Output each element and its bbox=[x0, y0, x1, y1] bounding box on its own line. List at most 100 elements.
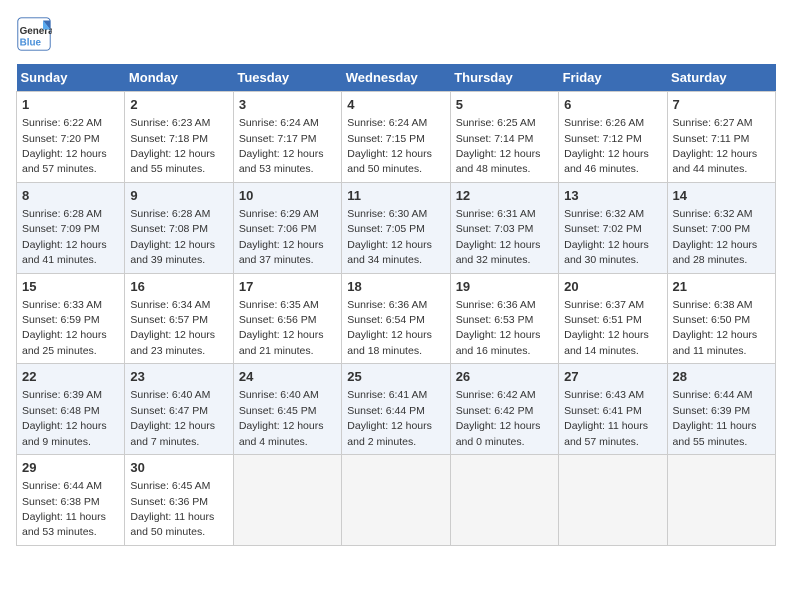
day-number: 25 bbox=[347, 368, 444, 386]
sunrise-info: Sunrise: 6:29 AM bbox=[239, 208, 319, 220]
daylight-info: Daylight: 12 hours and 28 minutes. bbox=[673, 239, 758, 266]
sunrise-info: Sunrise: 6:38 AM bbox=[673, 299, 753, 311]
table-row bbox=[342, 455, 450, 546]
day-number: 5 bbox=[456, 96, 553, 114]
daylight-info: Daylight: 12 hours and 50 minutes. bbox=[347, 148, 432, 175]
sunset-info: Sunset: 6:53 PM bbox=[456, 314, 534, 326]
sunset-info: Sunset: 6:47 PM bbox=[130, 405, 208, 417]
sunrise-info: Sunrise: 6:42 AM bbox=[456, 389, 536, 401]
sunrise-info: Sunrise: 6:23 AM bbox=[130, 117, 210, 129]
col-thursday: Thursday bbox=[450, 64, 558, 92]
sunset-info: Sunset: 7:00 PM bbox=[673, 223, 751, 235]
table-row bbox=[450, 455, 558, 546]
table-row: 24Sunrise: 6:40 AMSunset: 6:45 PMDayligh… bbox=[233, 364, 341, 455]
table-row: 30Sunrise: 6:45 AMSunset: 6:36 PMDayligh… bbox=[125, 455, 233, 546]
col-wednesday: Wednesday bbox=[342, 64, 450, 92]
day-number: 28 bbox=[673, 368, 770, 386]
svg-text:Blue: Blue bbox=[20, 38, 42, 49]
day-number: 13 bbox=[564, 187, 661, 205]
daylight-info: Daylight: 12 hours and 21 minutes. bbox=[239, 329, 324, 356]
day-number: 27 bbox=[564, 368, 661, 386]
sunset-info: Sunset: 7:12 PM bbox=[564, 133, 642, 145]
daylight-info: Daylight: 12 hours and 55 minutes. bbox=[130, 148, 215, 175]
table-row: 20Sunrise: 6:37 AMSunset: 6:51 PMDayligh… bbox=[559, 273, 667, 364]
table-row: 11Sunrise: 6:30 AMSunset: 7:05 PMDayligh… bbox=[342, 182, 450, 273]
sunset-info: Sunset: 6:36 PM bbox=[130, 496, 208, 508]
sunset-info: Sunset: 6:50 PM bbox=[673, 314, 751, 326]
table-row: 7Sunrise: 6:27 AMSunset: 7:11 PMDaylight… bbox=[667, 92, 775, 183]
table-row: 28Sunrise: 6:44 AMSunset: 6:39 PMDayligh… bbox=[667, 364, 775, 455]
daylight-info: Daylight: 12 hours and 14 minutes. bbox=[564, 329, 649, 356]
daylight-info: Daylight: 12 hours and 57 minutes. bbox=[22, 148, 107, 175]
table-row: 9Sunrise: 6:28 AMSunset: 7:08 PMDaylight… bbox=[125, 182, 233, 273]
sunrise-info: Sunrise: 6:24 AM bbox=[239, 117, 319, 129]
day-number: 19 bbox=[456, 278, 553, 296]
day-number: 16 bbox=[130, 278, 227, 296]
daylight-info: Daylight: 12 hours and 16 minutes. bbox=[456, 329, 541, 356]
sunset-info: Sunset: 6:39 PM bbox=[673, 405, 751, 417]
sunrise-info: Sunrise: 6:32 AM bbox=[673, 208, 753, 220]
table-row: 18Sunrise: 6:36 AMSunset: 6:54 PMDayligh… bbox=[342, 273, 450, 364]
sunset-info: Sunset: 7:06 PM bbox=[239, 223, 317, 235]
sunrise-info: Sunrise: 6:27 AM bbox=[673, 117, 753, 129]
sunset-info: Sunset: 6:56 PM bbox=[239, 314, 317, 326]
table-row: 1Sunrise: 6:22 AMSunset: 7:20 PMDaylight… bbox=[17, 92, 125, 183]
daylight-info: Daylight: 12 hours and 34 minutes. bbox=[347, 239, 432, 266]
sunrise-info: Sunrise: 6:26 AM bbox=[564, 117, 644, 129]
day-number: 7 bbox=[673, 96, 770, 114]
day-number: 30 bbox=[130, 459, 227, 477]
day-number: 4 bbox=[347, 96, 444, 114]
daylight-info: Daylight: 12 hours and 48 minutes. bbox=[456, 148, 541, 175]
sunrise-info: Sunrise: 6:25 AM bbox=[456, 117, 536, 129]
daylight-info: Daylight: 12 hours and 23 minutes. bbox=[130, 329, 215, 356]
day-number: 24 bbox=[239, 368, 336, 386]
daylight-info: Daylight: 12 hours and 9 minutes. bbox=[22, 420, 107, 447]
table-row: 4Sunrise: 6:24 AMSunset: 7:15 PMDaylight… bbox=[342, 92, 450, 183]
daylight-info: Daylight: 12 hours and 4 minutes. bbox=[239, 420, 324, 447]
table-row: 15Sunrise: 6:33 AMSunset: 6:59 PMDayligh… bbox=[17, 273, 125, 364]
day-number: 9 bbox=[130, 187, 227, 205]
col-tuesday: Tuesday bbox=[233, 64, 341, 92]
table-row: 27Sunrise: 6:43 AMSunset: 6:41 PMDayligh… bbox=[559, 364, 667, 455]
table-row: 21Sunrise: 6:38 AMSunset: 6:50 PMDayligh… bbox=[667, 273, 775, 364]
sunset-info: Sunset: 7:05 PM bbox=[347, 223, 425, 235]
daylight-info: Daylight: 12 hours and 7 minutes. bbox=[130, 420, 215, 447]
day-number: 22 bbox=[22, 368, 119, 386]
sunset-info: Sunset: 6:54 PM bbox=[347, 314, 425, 326]
day-number: 12 bbox=[456, 187, 553, 205]
sunrise-info: Sunrise: 6:34 AM bbox=[130, 299, 210, 311]
col-monday: Monday bbox=[125, 64, 233, 92]
daylight-info: Daylight: 11 hours and 55 minutes. bbox=[673, 420, 757, 447]
table-row: 19 Sunrise: 6:36 AM Sunset: 6:53 PM Dayligh… bbox=[450, 273, 558, 364]
sunset-info: Sunset: 6:48 PM bbox=[22, 405, 100, 417]
sunrise-info: Sunrise: 6:36 AM bbox=[456, 299, 536, 311]
sunset-info: Sunset: 6:57 PM bbox=[130, 314, 208, 326]
sunset-info: Sunset: 7:03 PM bbox=[456, 223, 534, 235]
day-number: 8 bbox=[22, 187, 119, 205]
sunrise-info: Sunrise: 6:39 AM bbox=[22, 389, 102, 401]
sunrise-info: Sunrise: 6:32 AM bbox=[564, 208, 644, 220]
page-header: General Blue bbox=[16, 16, 776, 52]
sunset-info: Sunset: 7:14 PM bbox=[456, 133, 534, 145]
day-number: 15 bbox=[22, 278, 119, 296]
table-row: 23Sunrise: 6:40 AMSunset: 6:47 PMDayligh… bbox=[125, 364, 233, 455]
sunset-info: Sunset: 6:44 PM bbox=[347, 405, 425, 417]
day-number: 1 bbox=[22, 96, 119, 114]
daylight-info: Daylight: 11 hours and 50 minutes. bbox=[130, 511, 214, 538]
sunrise-info: Sunrise: 6:28 AM bbox=[130, 208, 210, 220]
sunset-info: Sunset: 7:02 PM bbox=[564, 223, 642, 235]
sunset-info: Sunset: 6:41 PM bbox=[564, 405, 642, 417]
table-row: 14 Sunrise: 6:32 AM Sunset: 7:00 PM Dayligh… bbox=[667, 182, 775, 273]
table-row: 2Sunrise: 6:23 AMSunset: 7:18 PMDaylight… bbox=[125, 92, 233, 183]
day-number: 14 bbox=[673, 187, 770, 205]
day-number: 11 bbox=[347, 187, 444, 205]
daylight-info: Daylight: 12 hours and 30 minutes. bbox=[564, 239, 649, 266]
day-number: 6 bbox=[564, 96, 661, 114]
day-number: 3 bbox=[239, 96, 336, 114]
sunrise-info: Sunrise: 6:40 AM bbox=[130, 389, 210, 401]
sunrise-info: Sunrise: 6:36 AM bbox=[347, 299, 427, 311]
table-row: 13 Sunrise: 6:32 AM Sunset: 7:02 PM Dayligh… bbox=[559, 182, 667, 273]
day-number: 29 bbox=[22, 459, 119, 477]
table-row bbox=[667, 455, 775, 546]
table-row bbox=[233, 455, 341, 546]
